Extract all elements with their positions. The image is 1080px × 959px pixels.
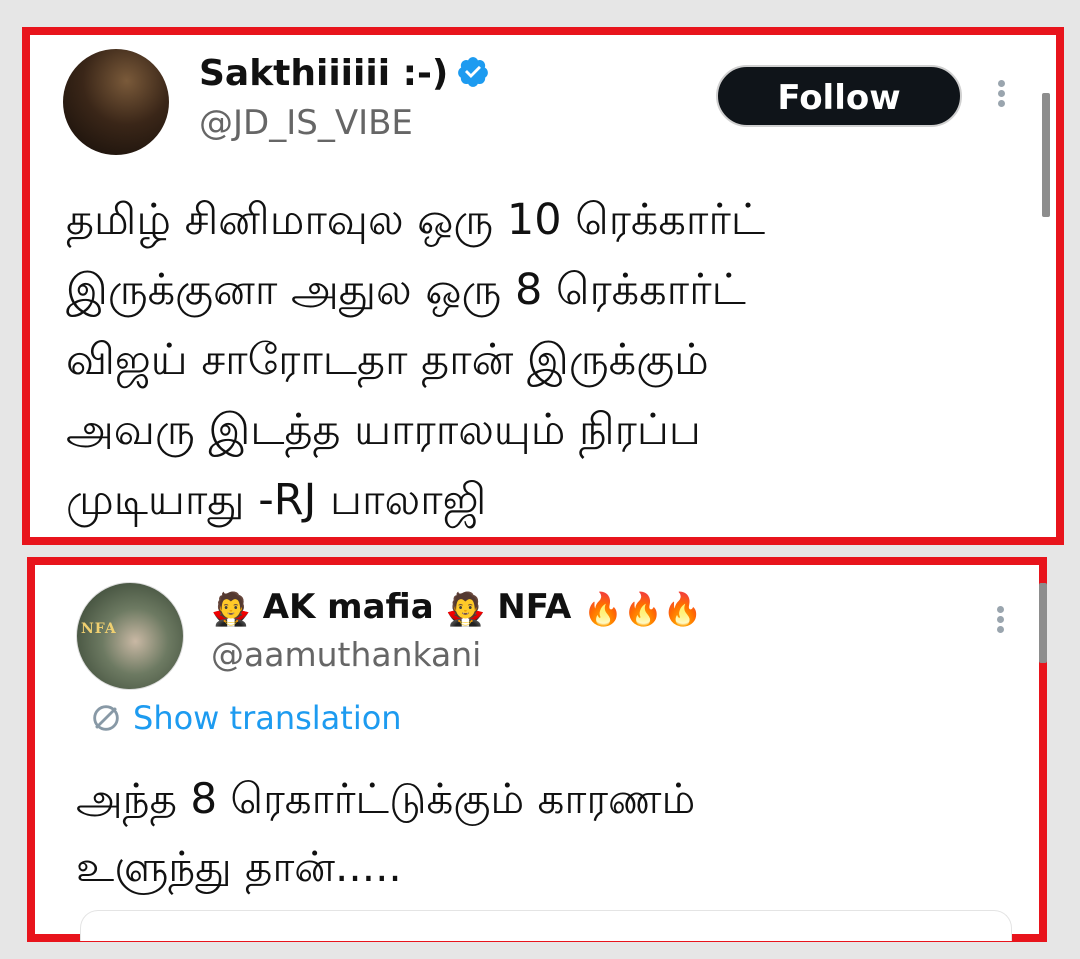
handle[interactable]: @JD_IS_VIBE bbox=[199, 103, 413, 143]
display-name[interactable]: Sakthiiiiii :-) bbox=[199, 53, 490, 94]
tweet-card-1[interactable]: Sakthiiiiii :-) @JD_IS_VIBE Follow தமிழ்… bbox=[22, 27, 1064, 545]
display-name-text[interactable]: Sakthiiiiii :-) bbox=[199, 53, 448, 94]
show-translation-label[interactable]: Show translation bbox=[133, 699, 402, 737]
show-translation-link[interactable]: Show translation bbox=[89, 699, 402, 737]
more-options-icon[interactable] bbox=[993, 603, 1007, 643]
follow-button[interactable]: Follow bbox=[716, 65, 962, 127]
vampire-emoji: 🧛 bbox=[211, 590, 251, 628]
vampire-emoji: 🧛 bbox=[445, 590, 486, 628]
fire-emoji: 🔥🔥🔥 bbox=[583, 590, 703, 628]
display-name[interactable]: 🧛 AK mafia 🧛 NFA 🔥🔥🔥 bbox=[211, 587, 703, 627]
translate-icon bbox=[93, 705, 119, 731]
avatar-label: NFA bbox=[81, 621, 117, 637]
more-options-icon[interactable] bbox=[994, 77, 1008, 117]
scrollbar[interactable] bbox=[1039, 583, 1047, 663]
avatar[interactable]: NFA bbox=[76, 582, 184, 690]
tweet-text: அந்த 8 ரெகார்ட்டுக்கும் காரணம் உளுந்து த… bbox=[76, 774, 696, 891]
handle[interactable]: @aamuthankani bbox=[211, 635, 481, 674]
display-name-part2[interactable]: NFA bbox=[497, 587, 571, 627]
avatar[interactable] bbox=[63, 49, 169, 155]
quoted-card-edge bbox=[80, 910, 1012, 941]
tweet-text: தமிழ் சினிமாவுல ஒரு 10 ரெக்கார்ட் இருக்க… bbox=[66, 195, 766, 525]
tweet-card-2[interactable]: NFA 🧛 AK mafia 🧛 NFA 🔥🔥🔥 @aamuthankani S… bbox=[27, 557, 1047, 942]
verified-badge-icon bbox=[458, 57, 489, 87]
display-name-part1[interactable]: AK mafia bbox=[263, 587, 434, 627]
